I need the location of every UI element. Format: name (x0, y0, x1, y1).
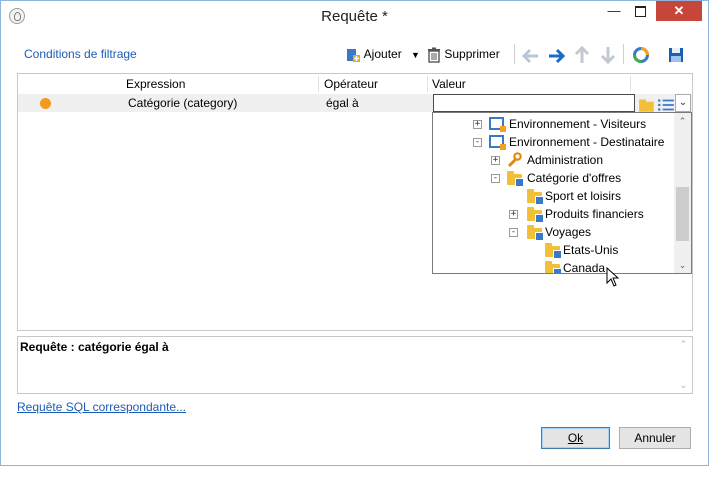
delete-label: Supprimer (444, 47, 500, 61)
expression-cell[interactable]: Catégorie (category) (128, 96, 237, 110)
toolbar-separator (514, 44, 515, 64)
tree-item-label: Environnement - Visiteurs (509, 117, 647, 131)
query-preview: Requête : catégorie égal à ⌃ ⌄ (17, 336, 693, 394)
expand-toggle-icon[interactable]: + (491, 156, 500, 165)
folder-icon (507, 171, 524, 187)
scroll-down-icon[interactable]: ⌄ (674, 257, 691, 273)
query-scrollbar[interactable]: ⌃ ⌄ (675, 337, 692, 393)
column-header-operator[interactable]: Opérateur (324, 77, 378, 91)
ok-label: Ok (567, 431, 584, 445)
maximize-button[interactable] (627, 1, 653, 21)
value-input[interactable] (433, 94, 635, 112)
toolbar-separator (623, 44, 624, 64)
tree-item-label: Canada (563, 261, 606, 274)
add-dropdown-arrow-icon[interactable]: ▼ (411, 50, 420, 60)
status-dot-icon (40, 98, 51, 109)
table-row[interactable]: Catégorie (category) égal à ⌄ (18, 94, 692, 112)
collapse-toggle-icon[interactable]: - (509, 228, 518, 237)
arrow-down-icon[interactable] (600, 45, 616, 65)
column-divider (427, 76, 428, 92)
value-dropdown-button[interactable]: ⌄ (675, 94, 691, 112)
wrench-icon (507, 152, 522, 168)
add-button[interactable]: Ajouter ▼ (345, 44, 420, 64)
arrow-up-icon[interactable] (574, 45, 590, 65)
environment-icon (489, 135, 506, 150)
collapse-toggle-icon[interactable]: - (491, 174, 500, 183)
column-divider (630, 76, 631, 92)
save-icon[interactable] (668, 45, 684, 65)
delete-button[interactable]: Supprimer (427, 44, 500, 64)
title-bar: Requête * — ✕ (1, 1, 708, 32)
add-label: Ajouter (363, 47, 402, 61)
folder-icon (527, 189, 544, 205)
arrow-left-icon[interactable] (522, 46, 540, 66)
cancel-button[interactable]: Annuler (619, 427, 691, 449)
folder-icon (527, 225, 544, 241)
environment-icon (489, 117, 506, 132)
collapse-toggle-icon[interactable]: - (473, 138, 482, 147)
arrow-right-icon[interactable] (547, 46, 565, 66)
refresh-chart-icon[interactable] (632, 45, 650, 65)
value-tree-dropdown: + Environnement - Visiteurs - Environnem… (432, 112, 692, 274)
column-header-value[interactable]: Valeur (432, 77, 466, 91)
tree-item-label: Administration (527, 153, 604, 167)
column-divider (318, 76, 319, 92)
expand-toggle-icon[interactable]: + (473, 120, 482, 129)
ok-button[interactable]: Ok (541, 427, 610, 449)
close-button[interactable]: ✕ (656, 1, 702, 21)
toolbar: Conditions de filtrage Ajouter ▼ Supprim… (17, 40, 693, 68)
tree-item-label: Voyages (545, 225, 592, 239)
scroll-up-icon[interactable]: ⌃ (675, 339, 692, 350)
query-text: Requête : catégorie égal à (20, 340, 169, 354)
filter-conditions-tab[interactable]: Conditions de filtrage (24, 47, 137, 61)
expand-toggle-icon[interactable]: + (509, 210, 518, 219)
operator-cell[interactable]: égal à (326, 96, 359, 110)
tree-scrollbar[interactable]: ⌃ ⌄ (674, 113, 691, 273)
add-icon (347, 48, 360, 62)
minimize-button[interactable]: — (601, 1, 627, 21)
tree-item-label: Etats-Unis (563, 243, 619, 257)
tree-item-label: Sport et loisirs (545, 189, 622, 203)
folder-icon (545, 261, 562, 273)
column-header-expression[interactable]: Expression (126, 77, 185, 91)
sql-query-link[interactable]: Requête SQL correspondante... (17, 400, 186, 414)
scrollbar-thumb[interactable] (676, 187, 689, 241)
scroll-up-icon[interactable]: ⌃ (674, 113, 691, 129)
tree-item-label: Catégorie d'offres (527, 171, 622, 185)
trash-icon (428, 47, 440, 63)
tree-item-label: Environnement - Destinataire (509, 135, 665, 149)
mouse-cursor-icon (606, 267, 620, 287)
folder-icon (527, 207, 544, 223)
folder-icon (545, 243, 562, 259)
query-dialog: Requête * — ✕ Conditions de filtrage Ajo… (0, 0, 709, 466)
tree-item-label: Produits financiers (545, 207, 644, 221)
grid-header: Expression Opérateur Valeur (18, 74, 692, 94)
scroll-down-icon[interactable]: ⌄ (675, 380, 692, 391)
